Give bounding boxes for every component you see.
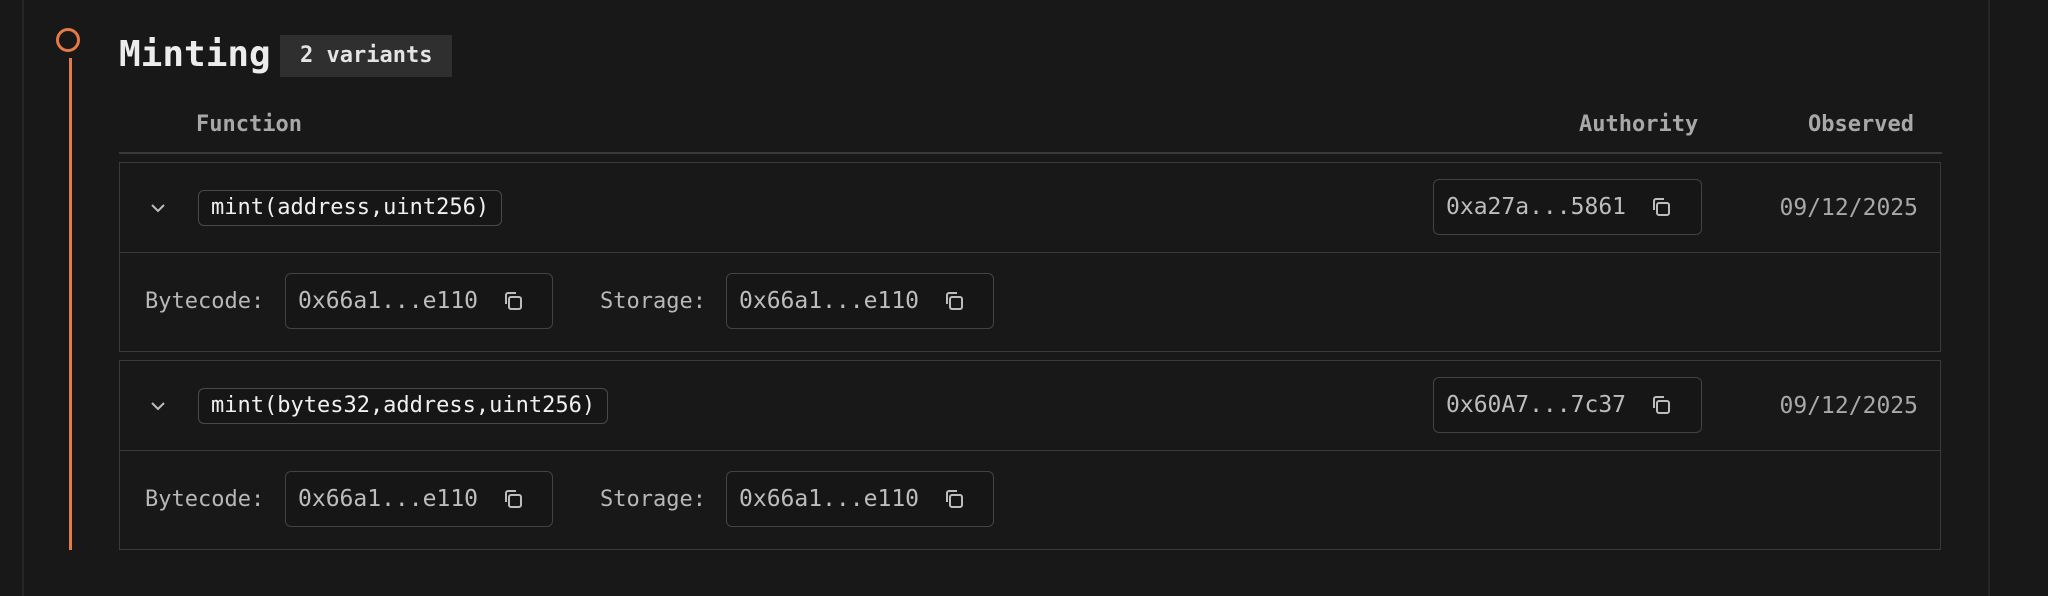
column-header-authority: Authority	[1579, 112, 1699, 137]
storage-label: Storage:	[600, 289, 706, 314]
variants-badge: 2 variants	[280, 35, 453, 77]
copy-icon[interactable]	[502, 488, 524, 510]
authority-address-chip: 0x60A7...7c37	[1433, 377, 1702, 433]
observed-date: 09/12/2025	[1779, 393, 1918, 419]
bytecode-label: Bytecode:	[145, 487, 265, 512]
authority-address-chip: 0xa27a...5861	[1433, 179, 1702, 235]
function-variant-row: mint(address,uint256) 0xa27a...5861 09/1…	[119, 162, 1941, 352]
panel-border-right	[1988, 0, 1990, 596]
authority-address: 0xa27a...5861	[1446, 194, 1627, 220]
bytecode-hash: 0x66a1...e110	[298, 288, 479, 314]
column-header-function: Function	[196, 112, 302, 137]
observed-date: 09/12/2025	[1779, 195, 1918, 221]
panel-border-left	[22, 0, 24, 596]
function-signature: mint(bytes32,address,uint256)	[198, 388, 609, 424]
variant-details: Bytecode: 0x66a1...e110 Storage: 0x66a1.…	[120, 253, 1940, 351]
authority-address: 0x60A7...7c37	[1446, 392, 1627, 418]
storage-hash: 0x66a1...e110	[739, 486, 920, 512]
bytecode-hash-chip: 0x66a1...e110	[285, 273, 553, 329]
copy-icon[interactable]	[502, 290, 524, 312]
storage-hash-chip: 0x66a1...e110	[726, 273, 994, 329]
function-variant-row: mint(bytes32,address,uint256) 0x60A7...7…	[119, 360, 1941, 550]
column-header-observed: Observed	[1808, 112, 1914, 137]
chevron-down-icon[interactable]	[146, 196, 170, 220]
chevron-down-icon[interactable]	[146, 394, 170, 418]
bytecode-hash-chip: 0x66a1...e110	[285, 471, 553, 527]
timeline-line	[69, 58, 72, 550]
section-title: Minting	[119, 34, 271, 75]
copy-icon[interactable]	[1650, 196, 1672, 218]
bytecode-hash: 0x66a1...e110	[298, 486, 479, 512]
header-divider	[119, 152, 1942, 154]
storage-hash: 0x66a1...e110	[739, 288, 920, 314]
copy-icon[interactable]	[1650, 394, 1672, 416]
variant-summary[interactable]: mint(address,uint256) 0xa27a...5861 09/1…	[120, 163, 1940, 253]
storage-hash-chip: 0x66a1...e110	[726, 471, 994, 527]
function-signature: mint(address,uint256)	[198, 190, 503, 226]
storage-label: Storage:	[600, 487, 706, 512]
copy-icon[interactable]	[943, 488, 965, 510]
variant-summary[interactable]: mint(bytes32,address,uint256) 0x60A7...7…	[120, 361, 1940, 451]
copy-icon[interactable]	[943, 290, 965, 312]
bytecode-label: Bytecode:	[145, 289, 265, 314]
timeline-node-icon	[56, 28, 80, 52]
variant-details: Bytecode: 0x66a1...e110 Storage: 0x66a1.…	[120, 451, 1940, 549]
